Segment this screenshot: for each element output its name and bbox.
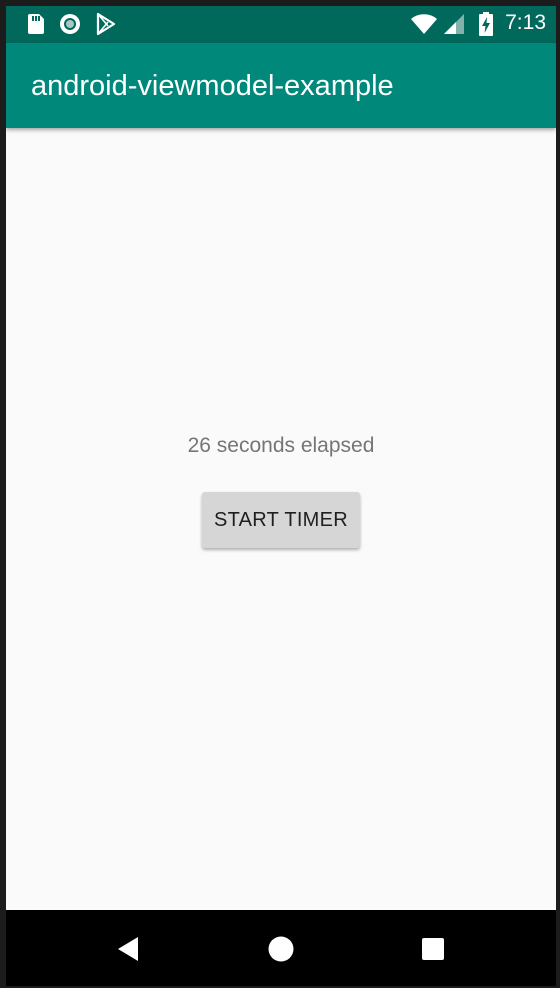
battery-charging-icon [474, 12, 498, 36]
home-icon[interactable] [266, 934, 296, 964]
navigation-bar [6, 910, 556, 986]
main-content: 26 seconds elapsed START TIMER [6, 128, 556, 910]
wifi-icon [410, 12, 438, 36]
back-icon[interactable] [114, 934, 144, 964]
status-bar: 7:13 [6, 6, 556, 43]
sd-card-icon [24, 12, 48, 36]
screen-border [556, 0, 560, 988]
elapsed-text: 26 seconds elapsed [187, 434, 375, 457]
start-timer-button[interactable]: START TIMER [202, 492, 360, 548]
sync-circle-icon [58, 12, 82, 36]
status-time: 7:13 [505, 11, 546, 34]
recents-icon[interactable] [418, 934, 448, 964]
app-bar: android-viewmodel-example [6, 43, 556, 128]
app-title: android-viewmodel-example [31, 70, 394, 102]
play-store-icon [94, 12, 118, 36]
cell-signal-icon [442, 12, 466, 36]
device-screen: 7:13 android-viewmodel-example 26 second… [6, 6, 556, 986]
